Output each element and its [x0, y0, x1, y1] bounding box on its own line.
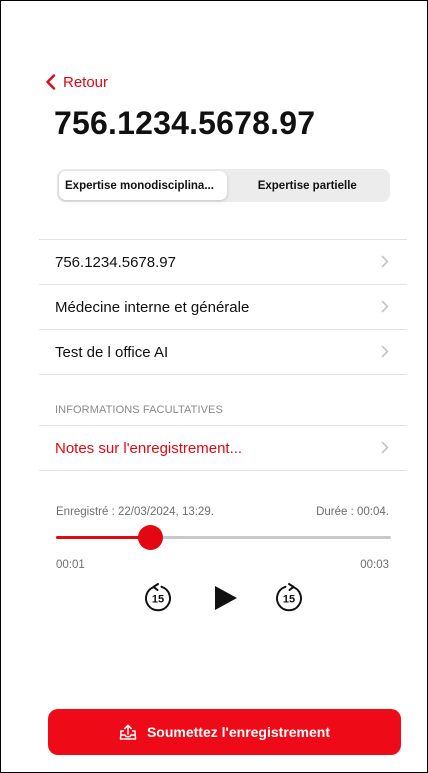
recorded-date: Enregistré : 22/03/2024, 13:29. [56, 506, 214, 518]
duration: Durée : 00:04. [316, 506, 389, 518]
app-screen: Retour 756.1234.5678.97 Expertise monodi… [0, 0, 428, 773]
remaining-time: 00:03 [360, 559, 389, 571]
submit-recording-button[interactable]: Soumettez l'enregistrement [48, 709, 401, 755]
chevron-right-icon [381, 441, 389, 454]
chevron-right-icon [381, 255, 389, 268]
segmented-control: Expertise monodisciplina... Expertise pa… [57, 169, 390, 202]
back-button[interactable]: Retour [45, 71, 108, 93]
list-item-label: 756.1234.5678.97 [55, 253, 176, 271]
segment-monodisciplinary[interactable]: Expertise monodisciplina... [59, 171, 227, 200]
chevron-left-icon [46, 74, 56, 90]
progress-thumb[interactable] [137, 525, 163, 550]
chevron-right-icon [381, 300, 389, 313]
list-item-office[interactable]: Test de l office AI [39, 330, 407, 374]
skip-forward-seconds: 15 [283, 594, 295, 606]
skip-back-15-icon[interactable]: 15 [142, 582, 174, 614]
page-title: 756.1234.5678.97 [54, 105, 316, 141]
list-item-label: Médecine interne et générale [55, 298, 250, 316]
list-item-label: Test de l office AI [55, 343, 169, 361]
submit-label: Soumettez l'enregistrement [146, 724, 331, 740]
skip-back-seconds: 15 [152, 594, 164, 606]
upload-tray-icon [119, 724, 137, 740]
section-header: INFORMATIONS FACULTATIVES [55, 404, 223, 416]
notes-label: Notes sur l'enregistrement... [55, 439, 243, 457]
back-label: Retour [63, 73, 109, 91]
chevron-right-icon [381, 345, 389, 358]
notes-row[interactable]: Notes sur l'enregistrement... [39, 426, 407, 470]
progress-fill [56, 536, 150, 539]
list-item-avs-number[interactable]: 756.1234.5678.97 [39, 240, 407, 284]
elapsed-time: 00:01 [56, 559, 85, 571]
divider [39, 470, 407, 471]
skip-forward-15-icon[interactable]: 15 [273, 582, 305, 614]
progress-slider[interactable] [56, 525, 391, 550]
divider [39, 374, 407, 375]
play-icon[interactable] [211, 584, 239, 612]
segment-partial[interactable]: Expertise partielle [227, 171, 389, 200]
list-item-specialty[interactable]: Médecine interne et générale [39, 285, 407, 329]
